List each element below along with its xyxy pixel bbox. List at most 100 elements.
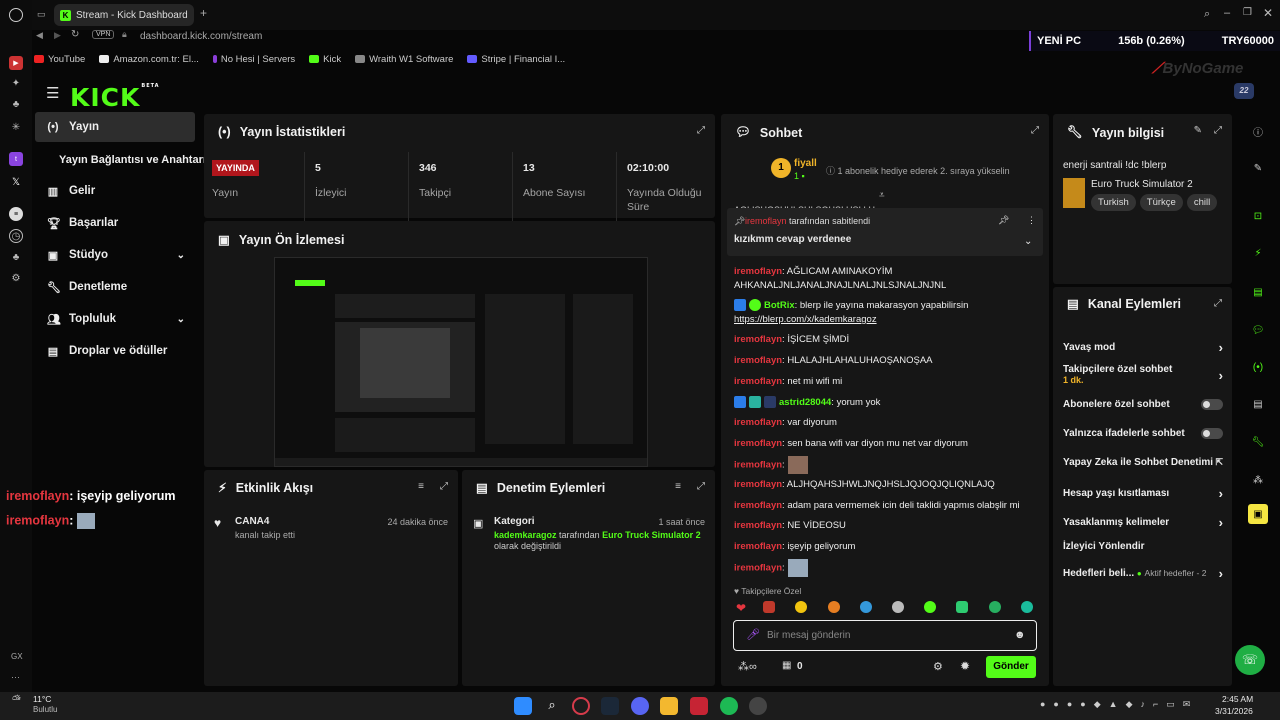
opera-logo-icon[interactable] bbox=[9, 8, 23, 22]
weather-icon[interactable]: ⛅︎ bbox=[12, 694, 21, 707]
start-icon[interactable] bbox=[514, 697, 532, 715]
tag[interactable]: Turkish bbox=[1091, 194, 1136, 211]
pinned-message[interactable]: 📌︎ iremoflayn tarafından sabitlendi kızı… bbox=[727, 208, 1043, 256]
action-slow-mode[interactable]: Yavaş mod › bbox=[1063, 340, 1223, 355]
settings-icon[interactable]: ⚙ bbox=[933, 660, 943, 673]
history-icon[interactable]: ◷ bbox=[9, 229, 23, 243]
action-account-age[interactable]: Hesap yaşı kısıtlaması › bbox=[1063, 486, 1223, 501]
bookmark-nohesi[interactable]: No Hesi | Servers bbox=[212, 54, 295, 65]
spotify-icon[interactable] bbox=[720, 697, 738, 715]
emote-icon[interactable] bbox=[763, 601, 776, 613]
filter-icon[interactable]: ≡ bbox=[675, 481, 681, 492]
restore-icon[interactable]: ❐ bbox=[1243, 7, 1252, 18]
browser-tab[interactable]: K Stream - Kick Dashboard bbox=[54, 4, 194, 26]
opera-gx-icon[interactable] bbox=[572, 697, 590, 715]
store-icon[interactable]: ▦ bbox=[782, 660, 791, 671]
bookmark-kick[interactable]: Kick bbox=[309, 54, 341, 65]
chat-message[interactable]: iremoflayn: net mi wifi mi bbox=[734, 375, 1034, 389]
nav-denetleme[interactable]: 🔧︎ Denetleme bbox=[35, 272, 195, 302]
notes-icon[interactable]: ▤ bbox=[1248, 282, 1268, 302]
forward-icon[interactable]: ▶ bbox=[54, 30, 61, 41]
mod-tools-icon[interactable]: ✹ bbox=[960, 659, 970, 673]
stream-preview-video[interactable] bbox=[274, 257, 648, 467]
nav-basarilar[interactable]: 🏆︎ Başarılar bbox=[35, 208, 195, 238]
chat-message[interactable]: astrid28044: yorum yok bbox=[734, 396, 1034, 410]
edit-icon[interactable]: ✎ bbox=[1248, 158, 1268, 178]
chat-message[interactable]: iremoflayn: ALJHQAHSJHWLJNQJHSLJQJOQJQLI… bbox=[734, 478, 1034, 492]
chat-message[interactable]: BotRix: blerp ile yayına makarasyon yapa… bbox=[734, 299, 1034, 327]
close-window-icon[interactable]: ✕ bbox=[1263, 6, 1273, 20]
app-icon[interactable] bbox=[749, 697, 767, 715]
chat-message[interactable]: iremoflayn: İŞİCEM ŞİMDİ bbox=[734, 333, 1034, 347]
bookmark-youtube[interactable]: YouTube bbox=[34, 54, 85, 65]
tag[interactable]: chill bbox=[1186, 194, 1218, 211]
vpn-badge[interactable]: VPN bbox=[92, 30, 115, 39]
emote-icon[interactable] bbox=[892, 601, 905, 613]
chat-input[interactable]: Bir mesaj gönderin bbox=[767, 630, 850, 641]
action-subscribers-only[interactable]: Abonelere özel sohbet bbox=[1063, 399, 1223, 410]
lightning-icon[interactable]: ⚡︎ bbox=[1248, 243, 1268, 263]
chat-message[interactable]: iremoflayn: var diyorum bbox=[734, 416, 1034, 430]
filter-icon[interactable]: ≡ bbox=[418, 481, 424, 492]
tag[interactable]: Türkçe bbox=[1139, 194, 1183, 211]
chat-icon[interactable]: 💬︎ bbox=[1248, 320, 1268, 340]
bookmark-wraith[interactable]: Wraith W1 Software bbox=[355, 54, 453, 65]
tree-icon[interactable]: ♣ bbox=[9, 97, 23, 111]
twitch-icon[interactable]: t bbox=[9, 152, 23, 166]
more-icon[interactable]: ··· bbox=[11, 672, 20, 682]
chat-message[interactable]: iremoflayn: HLALAJHLAHALUHAOŞANOŞAA bbox=[734, 354, 1034, 368]
info-icon[interactable]: ⓘ bbox=[1248, 121, 1268, 141]
emote-icon[interactable] bbox=[827, 601, 840, 613]
points-icon[interactable]: ⁂ bbox=[1248, 470, 1268, 490]
broadcast-icon[interactable]: (•) bbox=[1248, 357, 1268, 377]
settings-icon[interactable]: ⚙ bbox=[9, 271, 23, 285]
menu-icon[interactable]: ☰ bbox=[46, 84, 59, 102]
scroll-down-icon[interactable]: ⩡ bbox=[879, 190, 885, 201]
action-emote-only[interactable]: Yalnızca ifadelerle sohbet bbox=[1063, 428, 1223, 439]
more-options-icon[interactable]: ⋮ bbox=[1027, 215, 1036, 226]
expand-icon[interactable]: ⤢ bbox=[1214, 125, 1222, 136]
emote-icon[interactable] bbox=[859, 601, 872, 613]
nav-gelir[interactable]: ▥ Gelir bbox=[35, 176, 195, 206]
action-banned-words[interactable]: Yasaklanmış kelimeler › bbox=[1063, 515, 1223, 530]
action-ai-moderation[interactable]: Yapay Zeka ile Sohbet Denetimi ⇱ bbox=[1063, 457, 1223, 468]
youtube-side-icon[interactable]: ▶ bbox=[9, 56, 23, 70]
app-icon[interactable] bbox=[690, 697, 708, 715]
expand-icon[interactable]: ⤢ bbox=[440, 481, 448, 492]
emoji-icon[interactable]: ☻ bbox=[1014, 629, 1026, 641]
action-goals[interactable]: Hedefleri beli... ● Aktif hedefler - 2 › bbox=[1063, 566, 1223, 581]
chat-message[interactable]: iremoflayn: bbox=[734, 456, 1034, 474]
expand-icon[interactable]: ⤢ bbox=[697, 481, 705, 492]
discord-icon[interactable] bbox=[631, 697, 649, 715]
emote-icon[interactable] bbox=[924, 601, 937, 613]
emote-icon[interactable] bbox=[1020, 601, 1033, 613]
nav-topluluk[interactable]: 👥︎ Topluluk ⌄ bbox=[35, 304, 195, 334]
back-icon[interactable]: ◀ bbox=[36, 30, 43, 41]
action-raid[interactable]: İzleyici Yönlendir bbox=[1063, 541, 1223, 552]
emote-icon[interactable] bbox=[988, 601, 1001, 613]
compass-icon[interactable]: ✦ bbox=[9, 76, 23, 90]
emote-icon[interactable] bbox=[795, 601, 808, 613]
tree-icon-2[interactable]: ♣ bbox=[9, 250, 23, 264]
gift-icon[interactable]: ▣ bbox=[1248, 504, 1268, 524]
chat-message[interactable]: iremoflayn: NE VİDEOSU bbox=[734, 519, 1034, 533]
url-text[interactable]: dashboard.kick.com/stream bbox=[140, 31, 262, 42]
x-icon[interactable]: 𝕏 bbox=[9, 175, 23, 189]
chat-input-box[interactable]: 🎤︎ Bir mesaj gönderin ☻ bbox=[733, 620, 1037, 651]
bookmark-amazon[interactable]: Amazon.com.tr: El... bbox=[99, 54, 199, 65]
search-icon[interactable]: ⌕ bbox=[1204, 8, 1210, 21]
steam-icon[interactable] bbox=[601, 697, 619, 715]
chat-message[interactable]: iremoflayn: AĞLICAM AMINAKOYİM AHKANALJN… bbox=[734, 265, 1034, 293]
bookmark-stripe[interactable]: Stripe | Financial I... bbox=[467, 54, 565, 65]
send-button[interactable]: Gönder bbox=[986, 656, 1036, 678]
emote-icon[interactable] bbox=[956, 601, 969, 613]
chat-message[interactable]: iremoflayn: bbox=[734, 559, 1034, 577]
expand-icon[interactable]: ⤢ bbox=[697, 125, 705, 136]
chat-message[interactable]: iremoflayn: işeyip geliyorum bbox=[734, 540, 1034, 554]
wrench-icon[interactable]: 🔧︎ bbox=[1248, 432, 1268, 452]
points-icon[interactable]: ⁂∞ bbox=[738, 660, 757, 673]
kick-logo[interactable]: KICKBETA bbox=[70, 83, 160, 112]
tray-icons[interactable]: ●●●●◆▲◆♪⌐▭✉ bbox=[1040, 699, 1198, 710]
chat-message[interactable]: iremoflayn: sen bana wifi var diyon mu n… bbox=[734, 437, 1034, 451]
action-followers-only[interactable]: Takipçilere özel sohbet 1 dk. › bbox=[1063, 364, 1223, 386]
